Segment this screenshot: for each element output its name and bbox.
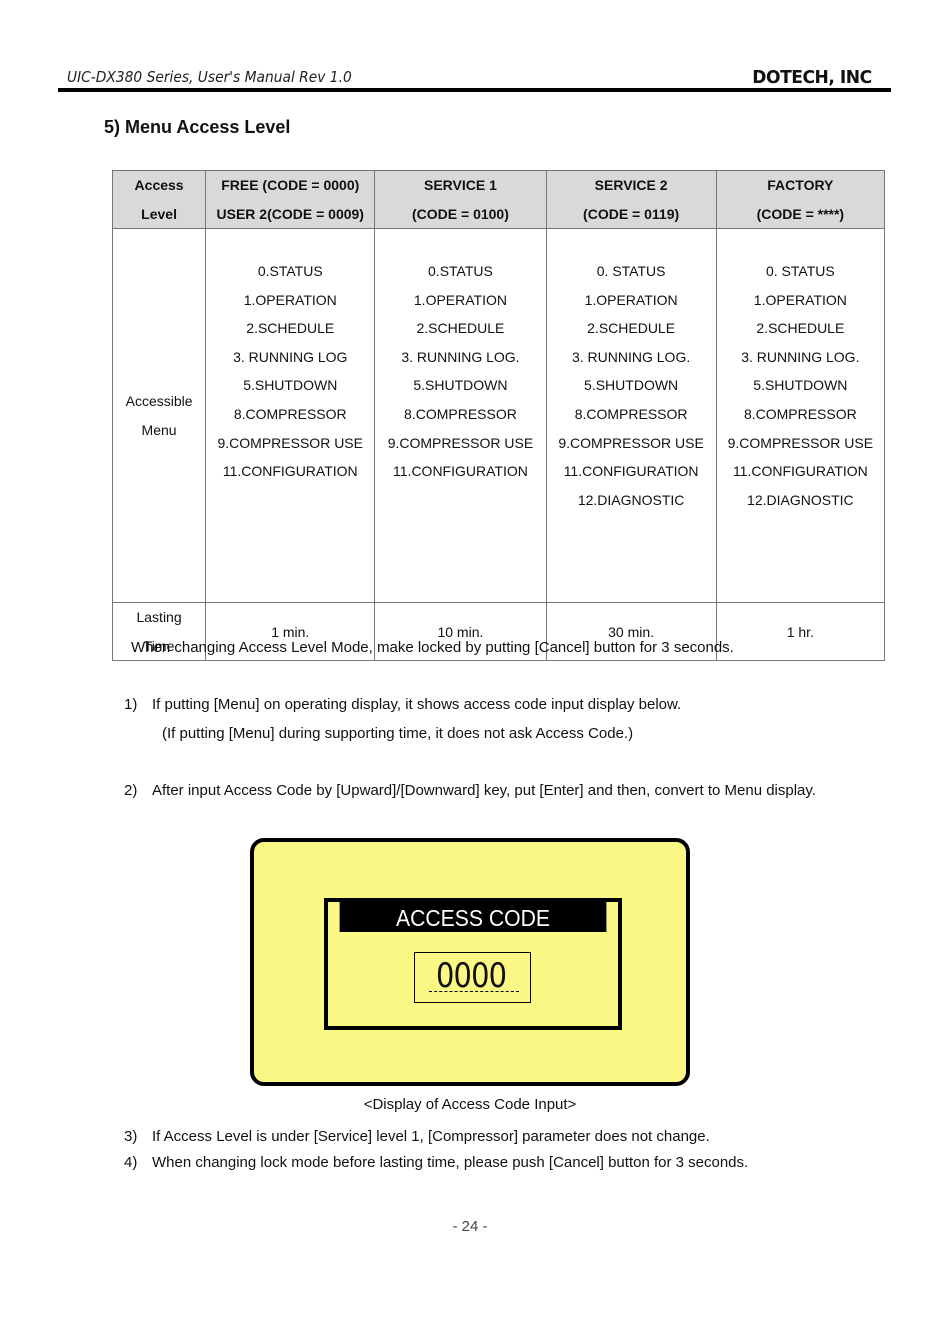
menu-item: 11.CONFIGURATION (732, 463, 868, 480)
menu-item: 5.SHUTDOWN (584, 377, 679, 394)
menu-item: 9.COMPRESSOR USE (387, 434, 534, 451)
header-cell-free: FREE (CODE = 0000) USER 2(CODE = 0009) (205, 170, 376, 229)
menu-item: 1.OPERATION (413, 291, 507, 308)
menu-cell-factory: 0. STATUS 1.OPERATION 2.SCHEDULE 3. RUNNING… (715, 228, 886, 603)
input-underline (429, 991, 519, 992)
menu-item: 2.SCHEDULE (246, 320, 335, 337)
step-number: 2) (124, 782, 138, 799)
header-cell-service2: SERVICE 2 (CODE = 0119) (545, 170, 717, 229)
step-number: 4) (124, 1154, 138, 1171)
menu-item: 3. RUNNING LOG. (401, 348, 520, 365)
menu-item: 9.COMPRESSOR USE (727, 434, 874, 451)
menu-item: 11.CONFIGURATION (393, 463, 528, 480)
row-label-accessible-menu: Accessible Menu (111, 228, 207, 603)
lcd-display: ACCESS CODE 0000 (250, 838, 690, 1086)
menu-item: 11.CONFIGURATION (563, 463, 699, 480)
header-cell-access-level: Access Level (111, 170, 207, 229)
menu-cell-free: 0.STATUS 1.OPERATION 2.SCHEDULE 3. RUNNING … (205, 228, 376, 603)
page-number: - 24 - (452, 1218, 488, 1235)
step-text: After input Access Code by [Upward]/[Dow… (152, 782, 816, 799)
menu-item: 0.STATUS (257, 263, 323, 279)
lcd-access-code-panel: ACCESS CODE 0000 (324, 898, 622, 1030)
menu-item: 5.SHUTDOWN (413, 377, 508, 394)
step-subtext: (If putting [Menu] during supporting tim… (162, 725, 634, 742)
menu-cell-service2: 0. STATUS 1.OPERATION 2.SCHEDULE 3. RUNNING… (545, 228, 717, 603)
step-text: If Access Level is under [Service] level… (152, 1128, 710, 1145)
menu-item: 12.DIAGNOSTIC (747, 491, 854, 508)
table-note: When changing Access Level Mode, make lo… (131, 639, 734, 656)
menu-item: 3. RUNNING LOG (233, 348, 348, 365)
lcd-title: ACCESS CODE (339, 902, 607, 932)
table-header-row: Access Level FREE (CODE = 0000) USER 2(C… (111, 170, 886, 229)
menu-item: 1.OPERATION (753, 291, 847, 308)
access-code-value: 0000 (436, 956, 507, 996)
menu-item: 11.CONFIGURATION (222, 463, 358, 480)
menu-item: 3. RUNNING LOG. (741, 348, 860, 365)
company-name: DOTECH, INC (752, 67, 873, 88)
table-row-accessible-menu: Accessible Menu 0.STATUS 1.OPERATION 2.SCH… (111, 228, 886, 603)
menu-item: 8.COMPRESSOR (574, 405, 688, 422)
menu-item: 2.SCHEDULE (416, 320, 505, 337)
menu-item: 0.STATUS (428, 263, 493, 279)
figure-caption: <Display of Access Code Input> (363, 1096, 577, 1113)
access-level-table: Access Level FREE (CODE = 0000) USER 2(C… (111, 170, 886, 661)
menu-item: 8.COMPRESSOR (743, 405, 857, 422)
header-cell-service1: SERVICE 1 (CODE = 0100) (374, 170, 547, 229)
access-code-input[interactable]: 0000 (414, 952, 531, 1003)
menu-item: 0. STATUS (765, 263, 835, 279)
menu-item: 9.COMPRESSOR USE (217, 434, 363, 451)
step-number: 3) (124, 1128, 138, 1145)
menu-item: 1.OPERATION (584, 291, 678, 308)
time-cell-factory: 1 hr. (715, 602, 886, 661)
step-text: If putting [Menu] on operating display, … (152, 696, 682, 713)
menu-item: 5.SHUTDOWN (243, 377, 338, 394)
menu-item: 3. RUNNING LOG. (571, 348, 691, 365)
header-rule (58, 88, 891, 92)
document-header-title: UIC-DX380 Series, User's Manual Rev 1.0 (67, 68, 352, 86)
menu-item: 2.SCHEDULE (756, 320, 845, 337)
menu-cell-service1: 0.STATUS 1.OPERATION 2.SCHEDULE 3. RUNNING … (374, 228, 547, 603)
step-number: 1) (124, 696, 138, 713)
section-title: 5) Menu Access Level (104, 117, 291, 137)
menu-item: 12.DIAGNOSTIC (577, 491, 685, 508)
menu-item: 9.COMPRESSOR USE (558, 434, 704, 451)
step-text: When changing lock mode before lasting t… (152, 1154, 749, 1171)
menu-item: 8.COMPRESSOR (233, 405, 347, 422)
menu-item: 8.COMPRESSOR (404, 405, 517, 422)
menu-item: 1.OPERATION (243, 291, 337, 308)
menu-item: 2.SCHEDULE (587, 320, 676, 337)
header-cell-factory: FACTORY (CODE = ****) (715, 170, 886, 229)
menu-item: 0. STATUS (596, 263, 666, 279)
menu-item: 5.SHUTDOWN (753, 377, 848, 394)
